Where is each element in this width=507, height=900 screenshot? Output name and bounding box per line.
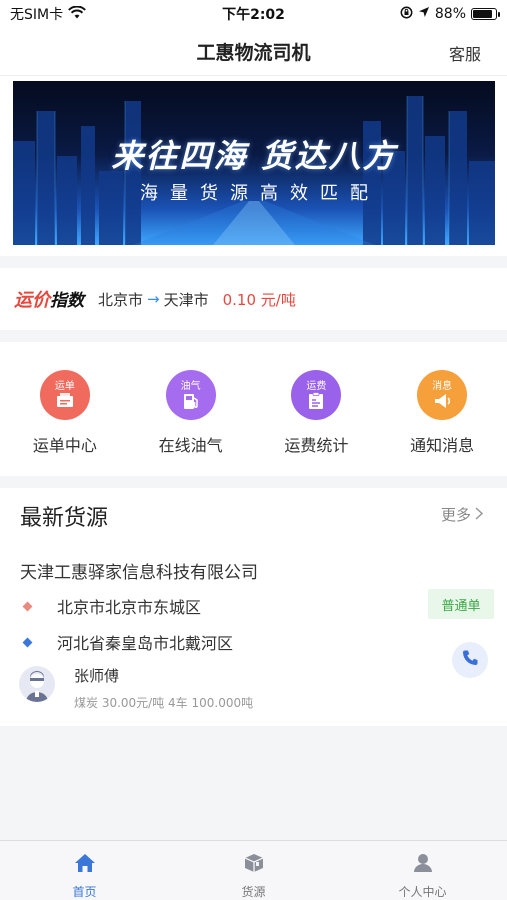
order-type-badge: 普通单 xyxy=(428,589,494,619)
section-title: 最新货源 xyxy=(20,506,109,531)
status-bar: 无SIM卡 下午2:02 88% xyxy=(0,0,507,28)
wifi-icon xyxy=(68,5,87,23)
promo-banner[interactable]: 来往四海 货达八方 海量货源高效匹配 xyxy=(13,81,495,245)
banner-subline: 海量货源高效匹配 xyxy=(140,183,380,204)
route-price: 0.10 元/吨 xyxy=(222,290,296,309)
chevron-right-icon xyxy=(475,506,484,524)
route-from: 北京市 xyxy=(98,290,144,309)
menu-label: 运单中心 xyxy=(32,436,97,455)
freight-price-index[interactable]: 运价 指数 北京市 → 天津市 0.10 元/吨 xyxy=(0,268,507,330)
cargo-box-icon xyxy=(243,853,265,877)
destination-marker-icon xyxy=(22,637,33,647)
tab-cargo[interactable]: 货源 xyxy=(169,841,338,900)
more-label: 更多 xyxy=(440,506,471,524)
freight-stats-icon: 运费 xyxy=(291,370,342,420)
rotation-lock-icon xyxy=(400,6,413,23)
menu-icon-tag: 运单 xyxy=(54,381,75,392)
origin-address: 北京市北京市东城区 xyxy=(57,598,202,617)
person-icon xyxy=(412,853,434,877)
destination-address: 河北省秦皇岛市北戴河区 xyxy=(57,634,234,653)
phone-icon xyxy=(461,649,479,671)
menu-icon-tag: 运费 xyxy=(306,381,327,392)
route-arrow-icon: → xyxy=(147,290,160,308)
tab-label: 个人中心 xyxy=(398,885,447,899)
avatar xyxy=(19,666,55,702)
location-arrow-icon xyxy=(418,6,430,22)
battery-icon xyxy=(471,8,500,20)
call-button[interactable] xyxy=(452,642,488,678)
fuel-pump-icon: 油气 xyxy=(165,370,216,420)
price-index-logo: 运价 指数 xyxy=(14,286,84,312)
origin-row: 北京市北京市东城区 xyxy=(22,594,202,618)
nav-bar: 工惠物流司机 客服 xyxy=(0,28,507,76)
tab-label: 货源 xyxy=(241,885,266,899)
tab-bar: 首页 货源 个人中心 xyxy=(0,840,507,900)
battery-percent: 88% xyxy=(434,6,466,22)
menu-item-waybill-center[interactable]: 运单 运单中心 xyxy=(10,342,120,476)
menu-label: 在线油气 xyxy=(158,436,223,455)
carrier-text: 无SIM卡 xyxy=(10,7,64,23)
menu-item-online-fuel[interactable]: 油气 在线油气 xyxy=(136,342,246,476)
menu-label: 通知消息 xyxy=(410,436,475,455)
banner-section: 来往四海 货达八方 海量货源高效匹配 xyxy=(0,76,507,256)
home-icon xyxy=(74,853,96,877)
page-title: 工惠物流司机 xyxy=(196,42,311,64)
more-button[interactable]: 更多 xyxy=(440,504,484,525)
menu-item-notifications[interactable]: 消息 通知消息 xyxy=(387,342,497,476)
megaphone-icon: 消息 xyxy=(417,370,468,420)
tab-home[interactable]: 首页 xyxy=(0,841,169,900)
route-to: 天津市 xyxy=(163,290,209,309)
driver-name: 张师傅 xyxy=(74,667,120,685)
customer-service-button[interactable]: 客服 xyxy=(449,41,481,65)
cargo-detail: 煤炭 30.00元/吨 4车 100.000吨 xyxy=(74,696,254,710)
price-index-logo-black: 指数 xyxy=(50,291,84,311)
cargo-company[interactable]: 天津工惠驿家信息科技有限公司 xyxy=(20,558,258,583)
tab-profile[interactable]: 个人中心 xyxy=(338,841,507,900)
banner-headline: 来往四海 货达八方 xyxy=(111,137,397,175)
price-index-logo-red: 运价 xyxy=(14,290,50,311)
quick-menu: 运单 运单中心 油气 在线油气 运费 运费统计 消息 通知消息 xyxy=(0,342,507,476)
origin-marker-icon xyxy=(22,601,33,611)
waybill-icon: 运单 xyxy=(39,370,90,420)
menu-icon-tag: 油气 xyxy=(180,381,201,392)
price-index-route: 北京市 → 天津市 xyxy=(98,289,209,310)
menu-item-freight-stats[interactable]: 运费 运费统计 xyxy=(261,342,371,476)
tab-label: 首页 xyxy=(72,885,97,899)
destination-row: 河北省秦皇岛市北戴河区 xyxy=(22,630,234,654)
menu-icon-tag: 消息 xyxy=(432,381,453,392)
menu-label: 运费统计 xyxy=(284,436,349,455)
latest-cargo-section: 最新货源 更多 天津工惠驿家信息科技有限公司 北京市北京市东城区 普通单 河北省… xyxy=(0,488,507,726)
